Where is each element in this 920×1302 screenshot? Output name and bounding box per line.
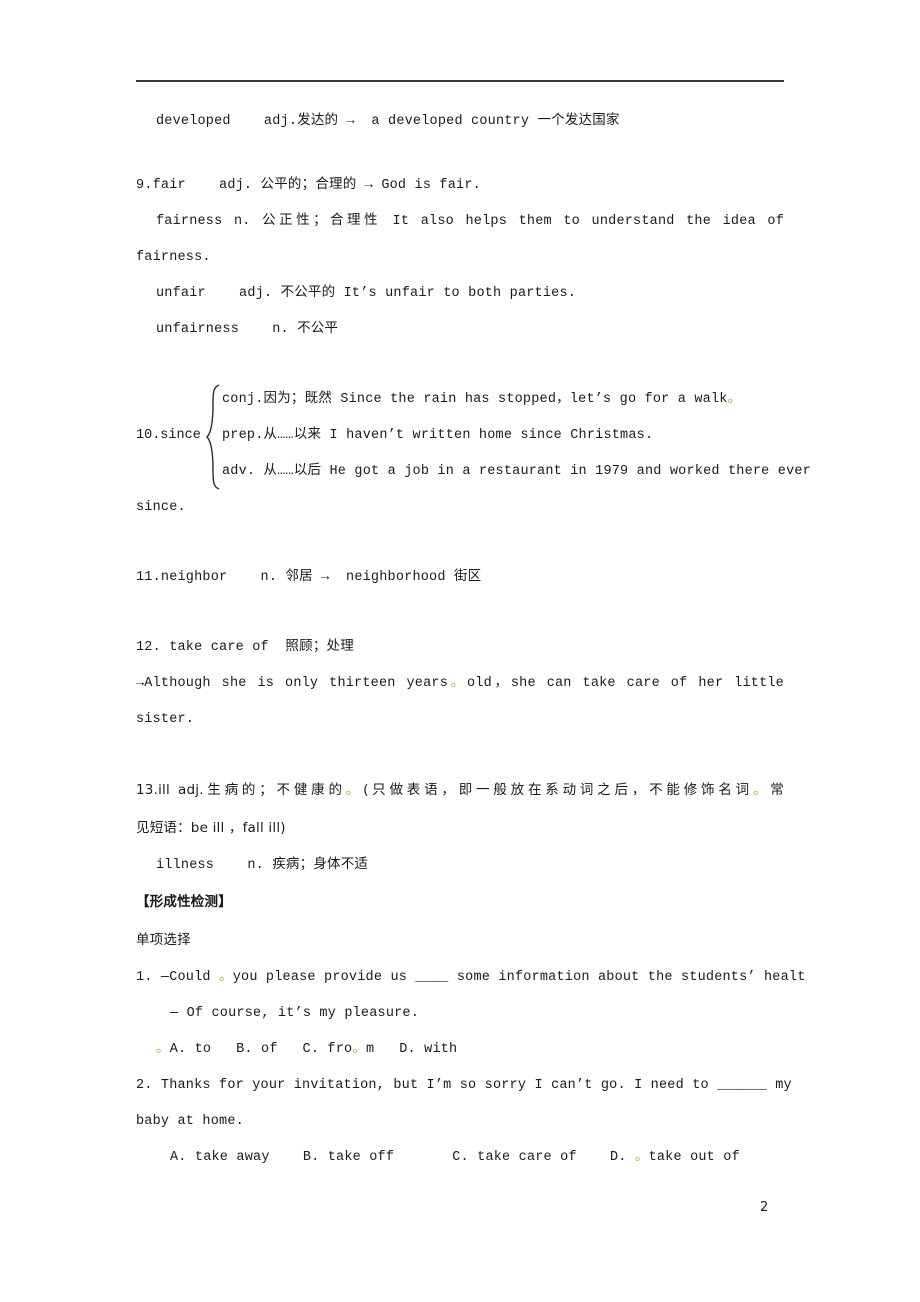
entry-since-senses: conj.因为；既然 Since the rain has stopped，le… [222,382,811,490]
entry-neighbor: 11.neighbor n. 邻居 → neighborhood 街区 [136,560,784,596]
quiz-question-1-reply-text: — Of course, it’s my pleasure. [170,1006,420,1021]
quiz-question-1-options[interactable]: 。A. to B. of C. fro。m D. with [136,1032,784,1068]
entry-fairness-continuation: fairness. [136,250,211,265]
proofreading-mark: 。 [634,1150,649,1165]
entry-developed-text: developed adj.发达的 → a developed country … [156,114,620,129]
entry-unfair: unfair adj. 不公平的 It’s unfair to both par… [136,276,784,312]
entry-ill-note-continuation: 见短语：be ill ，fall ill) [136,820,286,836]
quiz-question-1-stem-text: 1. —Could 。you please provide us ____ so… [136,970,806,985]
quiz-question-2-options-text[interactable]: A. take away B. take off C. take care of… [170,1150,740,1165]
entry-since-sense: adv. 从……以后 He got a job in a restaurant … [222,454,811,490]
entry-unfairness-text: unfairness n. 不公平 [156,322,339,337]
entry-since-sense-text: conj.因为；既然 Since the rain has stopped，le… [222,392,742,407]
entry-fairness-line2: fairness. [136,240,784,276]
proofreading-mark: 。 [752,782,771,798]
quiz-question-2-stem-line1: 2. Thanks for your invitation, but I’m s… [136,1068,792,1104]
entry-since: 10.since conj.因为；既然 Since the rain has s… [136,382,811,490]
entry-ill-note-text: 13.ill adj.生病的；不健康的。(只做表语，即一般放在系动词之后，不能修… [136,782,784,798]
entry-ill-note-line2: 见短语：be ill ，fall ill) [136,810,784,848]
entry-developed: developed adj.发达的 → a developed country … [136,104,784,140]
proofreading-mark: 。 [156,1042,170,1057]
entry-fairness-line1: fairness n. 公正性；合理性 It also helps them t… [136,204,784,240]
entry-neighbor-text: 11.neighbor n. 邻居 → neighborhood 街区 [136,570,482,585]
entry-fair-text: 9.fair adj. 公平的；合理的 → God is fair. [136,178,481,193]
entry-unfairness: unfairness n. 不公平 [136,312,784,348]
entry-ill-note-line1: 13.ill adj.生病的；不健康的。(只做表语，即一般放在系动词之后，不能修… [136,772,784,810]
entry-since-sense: conj.因为；既然 Since the rain has stopped，le… [222,382,784,418]
entry-since-sense-text: adv. 从……以后 He got a job in a restaurant … [222,464,811,479]
quiz-question-2-options[interactable]: A. take away B. take off C. take care of… [136,1140,784,1176]
document-page: developed adj.发达的 → a developed country … [0,0,920,1302]
proofreading-mark: 。 [448,676,467,691]
entry-since-sense: prep.从……以来 I haven’t written home since … [222,418,784,454]
quiz-question-1-stem-line1: 1. —Could 。you please provide us ____ so… [136,960,805,996]
quiz-subsection-title: 单项选择 [136,922,784,960]
quiz-question-2-stem-text: 2. Thanks for your invitation, but I’m s… [136,1078,792,1093]
curly-brace-icon [206,384,222,490]
proofreading-mark: 。 [352,1042,367,1057]
page-number: 2 [760,1200,769,1215]
entry-take-care-of-example-line1: →Although she is only thirteen years。old… [136,666,784,702]
quiz-question-1-options-text[interactable]: 。A. to B. of C. fro。m D. with [156,1042,457,1057]
entry-since-continuation: since. [136,490,784,526]
entry-illness-text: illness n. 疾病；身体不适 [156,858,369,873]
proofreading-mark: 。 [219,970,233,985]
entry-since-continuation-text: since. [136,500,186,515]
entry-since-sense-text: prep.从……以来 I haven’t written home since … [222,428,654,443]
entry-since-label: 10.since [136,428,201,443]
quiz-question-1-stem-line2: — Of course, it’s my pleasure. [136,996,784,1032]
entry-fair: 9.fair adj. 公平的；合理的 → God is fair. [136,168,784,204]
entry-fairness-text: fairness n. 公正性；合理性 It also helps them t… [156,214,784,229]
entry-unfair-text: unfair adj. 不公平的 It’s unfair to both par… [156,286,577,301]
entry-take-care-of-example-line2: sister. [136,702,784,738]
entry-illness: illness n. 疾病；身体不适 [136,848,784,884]
quiz-question-2-stem-line2: baby at home. [136,1104,784,1140]
proofreading-mark: 。 [727,392,742,407]
quiz-subsection-title-text: 单项选择 [136,932,191,948]
header-rule [136,80,784,82]
entry-take-care-of-text: 12. take care of 照顾；处理 [136,640,354,655]
document-content: developed adj.发达的 → a developed country … [136,104,811,1176]
quiz-section-title-text: 【形成性检测】 [136,894,232,910]
proofreading-mark: 。 [345,782,364,798]
quiz-question-2-stem-continuation: baby at home. [136,1114,244,1129]
entry-take-care-of: 12. take care of 照顾；处理 [136,630,784,666]
quiz-section-title: 【形成性检测】 [136,884,784,922]
entry-take-care-of-example-text: →Although she is only thirteen years。old… [136,676,784,691]
entry-take-care-of-example-continuation: sister. [136,712,195,727]
